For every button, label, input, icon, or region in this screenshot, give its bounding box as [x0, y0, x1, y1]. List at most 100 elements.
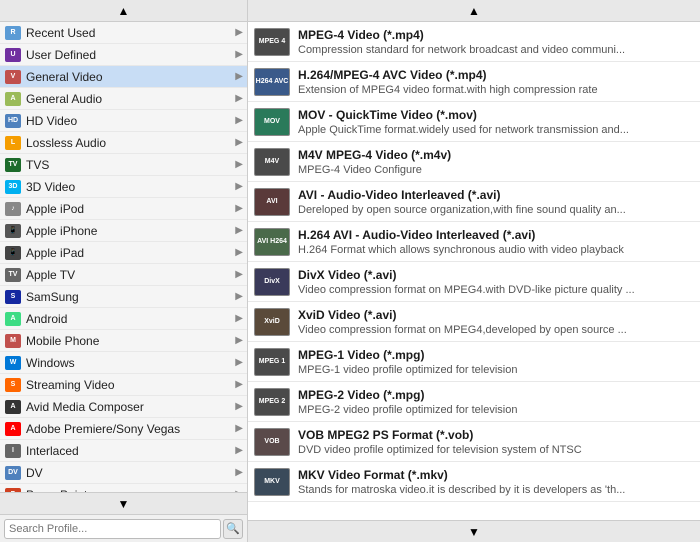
left-item-label-general-audio: General Audio: [26, 92, 235, 106]
format-title-m4v: M4V MPEG-4 Video (*.m4v): [298, 148, 696, 162]
left-item-user-defined[interactable]: UUser Defined▶: [0, 44, 247, 66]
arrow-icon-apple-iphone: ▶: [235, 225, 243, 236]
category-icon-user-defined: U: [4, 47, 22, 63]
right-item-divx[interactable]: DivXDivX Video (*.avi)Video compression …: [248, 262, 700, 302]
arrow-icon-tvs: ▶: [235, 159, 243, 170]
right-scroll-down[interactable]: ▼: [248, 520, 700, 542]
format-title-mpeg1: MPEG-1 Video (*.mpg): [298, 348, 696, 362]
arrow-icon-avid-media: ▶: [235, 401, 243, 412]
format-title-mov: MOV - QuickTime Video (*.mov): [298, 108, 696, 122]
left-item-label-mobile-phone: Mobile Phone: [26, 334, 235, 348]
format-title-h264-mp4: H.264/MPEG-4 AVC Video (*.mp4): [298, 68, 696, 82]
left-item-apple-iphone[interactable]: 📱Apple iPhone▶: [0, 220, 247, 242]
right-item-mov[interactable]: MOVMOV - QuickTime Video (*.mov)Apple Qu…: [248, 102, 700, 142]
format-desc-vob: DVD video profile optimized for televisi…: [298, 444, 696, 456]
format-icon-vob: VOB: [252, 425, 292, 458]
category-icon-apple-tv: TV: [4, 267, 22, 283]
left-scroll-down[interactable]: ▼: [0, 492, 247, 514]
arrow-icon-3d-video: ▶: [235, 181, 243, 192]
format-title-xvid: XviD Video (*.avi): [298, 308, 696, 322]
category-icon-3d-video: 3D: [4, 179, 22, 195]
left-item-label-streaming-video: Streaming Video: [26, 378, 235, 392]
left-item-label-user-defined: User Defined: [26, 48, 235, 62]
left-list: RRecent Used▶UUser Defined▶VGeneral Vide…: [0, 22, 247, 492]
arrow-icon-dv: ▶: [235, 467, 243, 478]
left-scroll-up[interactable]: ▲: [0, 0, 247, 22]
left-item-windows[interactable]: WWindows▶: [0, 352, 247, 374]
left-item-apple-tv[interactable]: TVApple TV▶: [0, 264, 247, 286]
left-item-label-interlaced: Interlaced: [26, 444, 235, 458]
category-icon-windows: W: [4, 355, 22, 371]
category-icon-apple-iphone: 📱: [4, 223, 22, 239]
main-container: ▲ RRecent Used▶UUser Defined▶VGeneral Vi…: [0, 0, 700, 542]
right-item-mpeg2[interactable]: MPEG 2MPEG-2 Video (*.mpg)MPEG-2 video p…: [248, 382, 700, 422]
category-icon-samsung: S: [4, 289, 22, 305]
arrow-icon-apple-ipod: ▶: [235, 203, 243, 214]
right-scroll-up[interactable]: ▲: [248, 0, 700, 22]
format-title-avi: AVI - Audio-Video Interleaved (*.avi): [298, 188, 696, 202]
left-item-3d-video[interactable]: 3D3D Video▶: [0, 176, 247, 198]
left-item-interlaced[interactable]: IInterlaced▶: [0, 440, 247, 462]
right-item-mpeg4[interactable]: MPEG 4MPEG-4 Video (*.mp4)Compression st…: [248, 22, 700, 62]
left-item-adobe-premiere[interactable]: AAdobe Premiere/Sony Vegas▶: [0, 418, 247, 440]
left-item-label-samsung: SamSung: [26, 290, 235, 304]
right-item-h264-avi[interactable]: AVI H264H.264 AVI - Audio-Video Interlea…: [248, 222, 700, 262]
left-item-streaming-video[interactable]: S Streaming Video▶: [0, 374, 247, 396]
format-title-mpeg4: MPEG-4 Video (*.mp4): [298, 28, 696, 42]
left-item-dv[interactable]: DVDV▶: [0, 462, 247, 484]
format-content-h264-mp4: H.264/MPEG-4 AVC Video (*.mp4) Extension …: [298, 65, 696, 98]
arrow-icon-recent-used: ▶: [235, 27, 243, 38]
format-icon-avi: AVI: [252, 185, 292, 218]
left-item-tvs[interactable]: TV TVS▶: [0, 154, 247, 176]
format-desc-mpeg2: MPEG-2 video profile optimized for telev…: [298, 404, 696, 416]
left-item-samsung[interactable]: SSamSung▶: [0, 286, 247, 308]
category-icon-apple-ipad: 📱: [4, 245, 22, 261]
left-item-avid-media[interactable]: AAvid Media Composer▶: [0, 396, 247, 418]
search-input[interactable]: [4, 519, 221, 539]
left-item-lossless-audio[interactable]: LLossless Audio▶: [0, 132, 247, 154]
left-item-general-video[interactable]: VGeneral Video▶: [0, 66, 247, 88]
arrow-icon-hd-video: ▶: [235, 115, 243, 126]
format-desc-h264-mp4: Extension of MPEG4 video format.with hig…: [298, 84, 696, 96]
right-item-m4v[interactable]: M4VM4V MPEG-4 Video (*.m4v)MPEG-4 Video …: [248, 142, 700, 182]
right-item-xvid[interactable]: XviDXviD Video (*.avi)Video compression …: [248, 302, 700, 342]
left-item-hd-video[interactable]: HD HD Video▶: [0, 110, 247, 132]
category-icon-streaming-video: S: [4, 377, 22, 393]
left-item-general-audio[interactable]: AGeneral Audio▶: [0, 88, 247, 110]
right-item-h264-mp4[interactable]: H264 AVCH.264/MPEG-4 AVC Video (*.mp4)Ex…: [248, 62, 700, 102]
format-desc-m4v: MPEG-4 Video Configure: [298, 164, 696, 176]
left-panel: ▲ RRecent Used▶UUser Defined▶VGeneral Vi…: [0, 0, 248, 542]
left-item-mobile-phone[interactable]: MMobile Phone▶: [0, 330, 247, 352]
format-icon-mpeg2: MPEG 2: [252, 385, 292, 418]
right-item-avi[interactable]: AVIAVI - Audio-Video Interleaved (*.avi)…: [248, 182, 700, 222]
left-item-recent-used[interactable]: RRecent Used▶: [0, 22, 247, 44]
right-item-mkv[interactable]: MKVMKV Video Format (*.mkv)Stands for ma…: [248, 462, 700, 502]
left-item-label-apple-ipad: Apple iPad: [26, 246, 235, 260]
search-button[interactable]: 🔍: [223, 519, 243, 539]
left-item-label-tvs: TVS: [26, 158, 235, 172]
format-content-mkv: MKV Video Format (*.mkv)Stands for matro…: [298, 465, 696, 498]
left-item-apple-ipad[interactable]: 📱Apple iPad▶: [0, 242, 247, 264]
left-item-label-adobe-premiere: Adobe Premiere/Sony Vegas: [26, 422, 235, 436]
format-content-avi: AVI - Audio-Video Interleaved (*.avi) Der…: [298, 185, 696, 218]
format-content-h264-avi: H.264 AVI - Audio-Video Interleaved (*.a…: [298, 225, 696, 258]
left-item-label-general-video: General Video: [26, 70, 235, 84]
right-item-mpeg1[interactable]: MPEG 1MPEG-1 Video (*.mpg)MPEG-1 video p…: [248, 342, 700, 382]
left-item-android[interactable]: AAndroid▶: [0, 308, 247, 330]
chevron-up-icon: ▲: [118, 4, 130, 18]
arrow-icon-streaming-video: ▶: [235, 379, 243, 390]
left-item-powerpoint[interactable]: PPowerPoint▶: [0, 484, 247, 492]
arrow-icon-general-audio: ▶: [235, 93, 243, 104]
left-item-apple-ipod[interactable]: ♪Apple iPod▶: [0, 198, 247, 220]
right-list: MPEG 4MPEG-4 Video (*.mp4)Compression st…: [248, 22, 700, 520]
category-icon-hd-video: HD: [4, 113, 22, 129]
format-title-divx: DivX Video (*.avi): [298, 268, 696, 282]
category-icon-tvs: TV: [4, 157, 22, 173]
format-icon-mpeg4: MPEG 4: [252, 25, 292, 58]
format-icon-mov: MOV: [252, 105, 292, 138]
format-desc-avi: Dereloped by open source organization,wi…: [298, 204, 696, 216]
left-item-label-hd-video: HD Video: [26, 114, 235, 128]
right-item-vob[interactable]: VOBVOB MPEG2 PS Format (*.vob)DVD video …: [248, 422, 700, 462]
left-item-label-lossless-audio: Lossless Audio: [26, 136, 235, 150]
format-desc-divx: Video compression format on MPEG4.with D…: [298, 284, 696, 296]
